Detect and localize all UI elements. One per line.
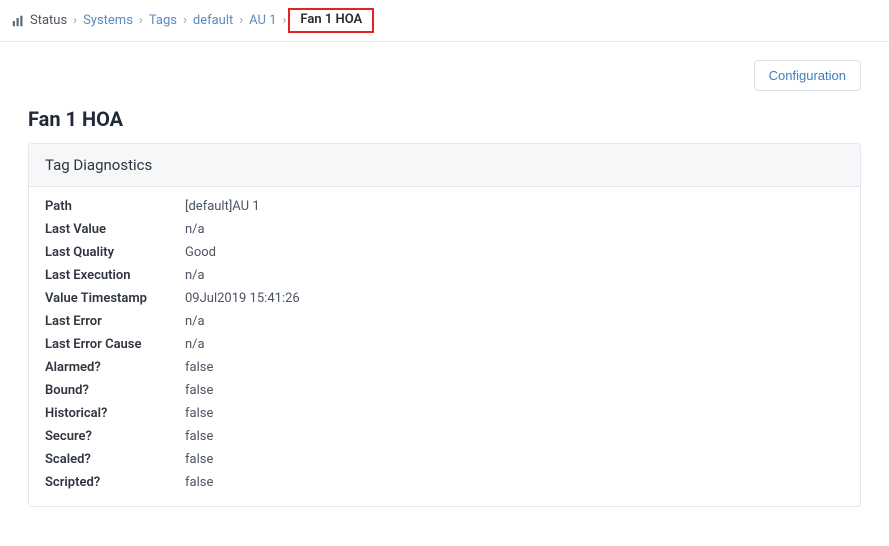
row-label: Secure? <box>45 429 185 444</box>
row-value: 09Jul2019 15:41:26 <box>185 291 300 306</box>
row-value: false <box>185 360 213 375</box>
main-content: Configuration Fan 1 HOA Tag Diagnostics … <box>0 42 889 517</box>
diagnostics-panel: Tag Diagnostics Path [default]AU 1 Last … <box>28 143 861 507</box>
row-value: n/a <box>185 314 205 329</box>
table-row: Last Execution n/a <box>29 264 860 287</box>
chevron-right-icon: › <box>239 13 243 28</box>
row-label: Last Value <box>45 222 185 237</box>
row-label: Last Error Cause <box>45 337 185 352</box>
row-label: Bound? <box>45 383 185 398</box>
row-value: false <box>185 452 213 467</box>
chevron-right-icon: › <box>73 13 77 28</box>
row-value: false <box>185 383 213 398</box>
breadcrumb-item-systems[interactable]: Systems <box>83 13 133 28</box>
table-row: Alarmed? false <box>29 356 860 379</box>
row-value: Good <box>185 245 216 260</box>
bar-chart-icon <box>12 15 24 27</box>
breadcrumb-item-status: Status <box>30 13 67 28</box>
table-row: Last Quality Good <box>29 241 860 264</box>
top-actions: Configuration <box>28 60 861 91</box>
row-label: Historical? <box>45 406 185 421</box>
row-label: Scripted? <box>45 475 185 490</box>
row-label: Last Execution <box>45 268 185 283</box>
chevron-right-icon: › <box>139 13 143 28</box>
row-label: Value Timestamp <box>45 291 185 306</box>
table-row: Bound? false <box>29 379 860 402</box>
diagnostics-panel-header: Tag Diagnostics <box>29 144 860 187</box>
breadcrumb-active-highlight: Fan 1 HOA <box>288 8 374 33</box>
row-value: n/a <box>185 222 205 237</box>
table-row: Last Value n/a <box>29 218 860 241</box>
row-value: n/a <box>185 268 205 283</box>
row-label: Path <box>45 199 185 214</box>
table-row: Scaled? false <box>29 448 860 471</box>
row-label: Last Error <box>45 314 185 329</box>
breadcrumb-item-current: Fan 1 HOA <box>300 12 362 27</box>
breadcrumb-item-default[interactable]: default <box>193 13 233 28</box>
row-value: n/a <box>185 337 205 352</box>
row-label: Scaled? <box>45 452 185 467</box>
chevron-right-icon: › <box>283 13 287 28</box>
chevron-right-icon: › <box>183 13 187 28</box>
breadcrumb-item-au1[interactable]: AU 1 <box>249 13 276 28</box>
breadcrumb-item-tags[interactable]: Tags <box>149 13 177 28</box>
diagnostics-panel-body: Path [default]AU 1 Last Value n/a Last Q… <box>29 187 860 506</box>
table-row: Last Error Cause n/a <box>29 333 860 356</box>
table-row: Path [default]AU 1 <box>29 195 860 218</box>
table-row: Value Timestamp 09Jul2019 15:41:26 <box>29 287 860 310</box>
row-label: Last Quality <box>45 245 185 260</box>
page-title: Fan 1 HOA <box>28 107 861 131</box>
row-value: false <box>185 475 213 490</box>
row-value: [default]AU 1 <box>185 199 260 214</box>
row-value: false <box>185 406 213 421</box>
table-row: Last Error n/a <box>29 310 860 333</box>
row-label: Alarmed? <box>45 360 185 375</box>
configuration-button[interactable]: Configuration <box>754 60 861 91</box>
breadcrumb: Status › Systems › Tags › default › AU 1… <box>0 0 889 42</box>
table-row: Secure? false <box>29 425 860 448</box>
table-row: Scripted? false <box>29 471 860 494</box>
row-value: false <box>185 429 213 444</box>
table-row: Historical? false <box>29 402 860 425</box>
